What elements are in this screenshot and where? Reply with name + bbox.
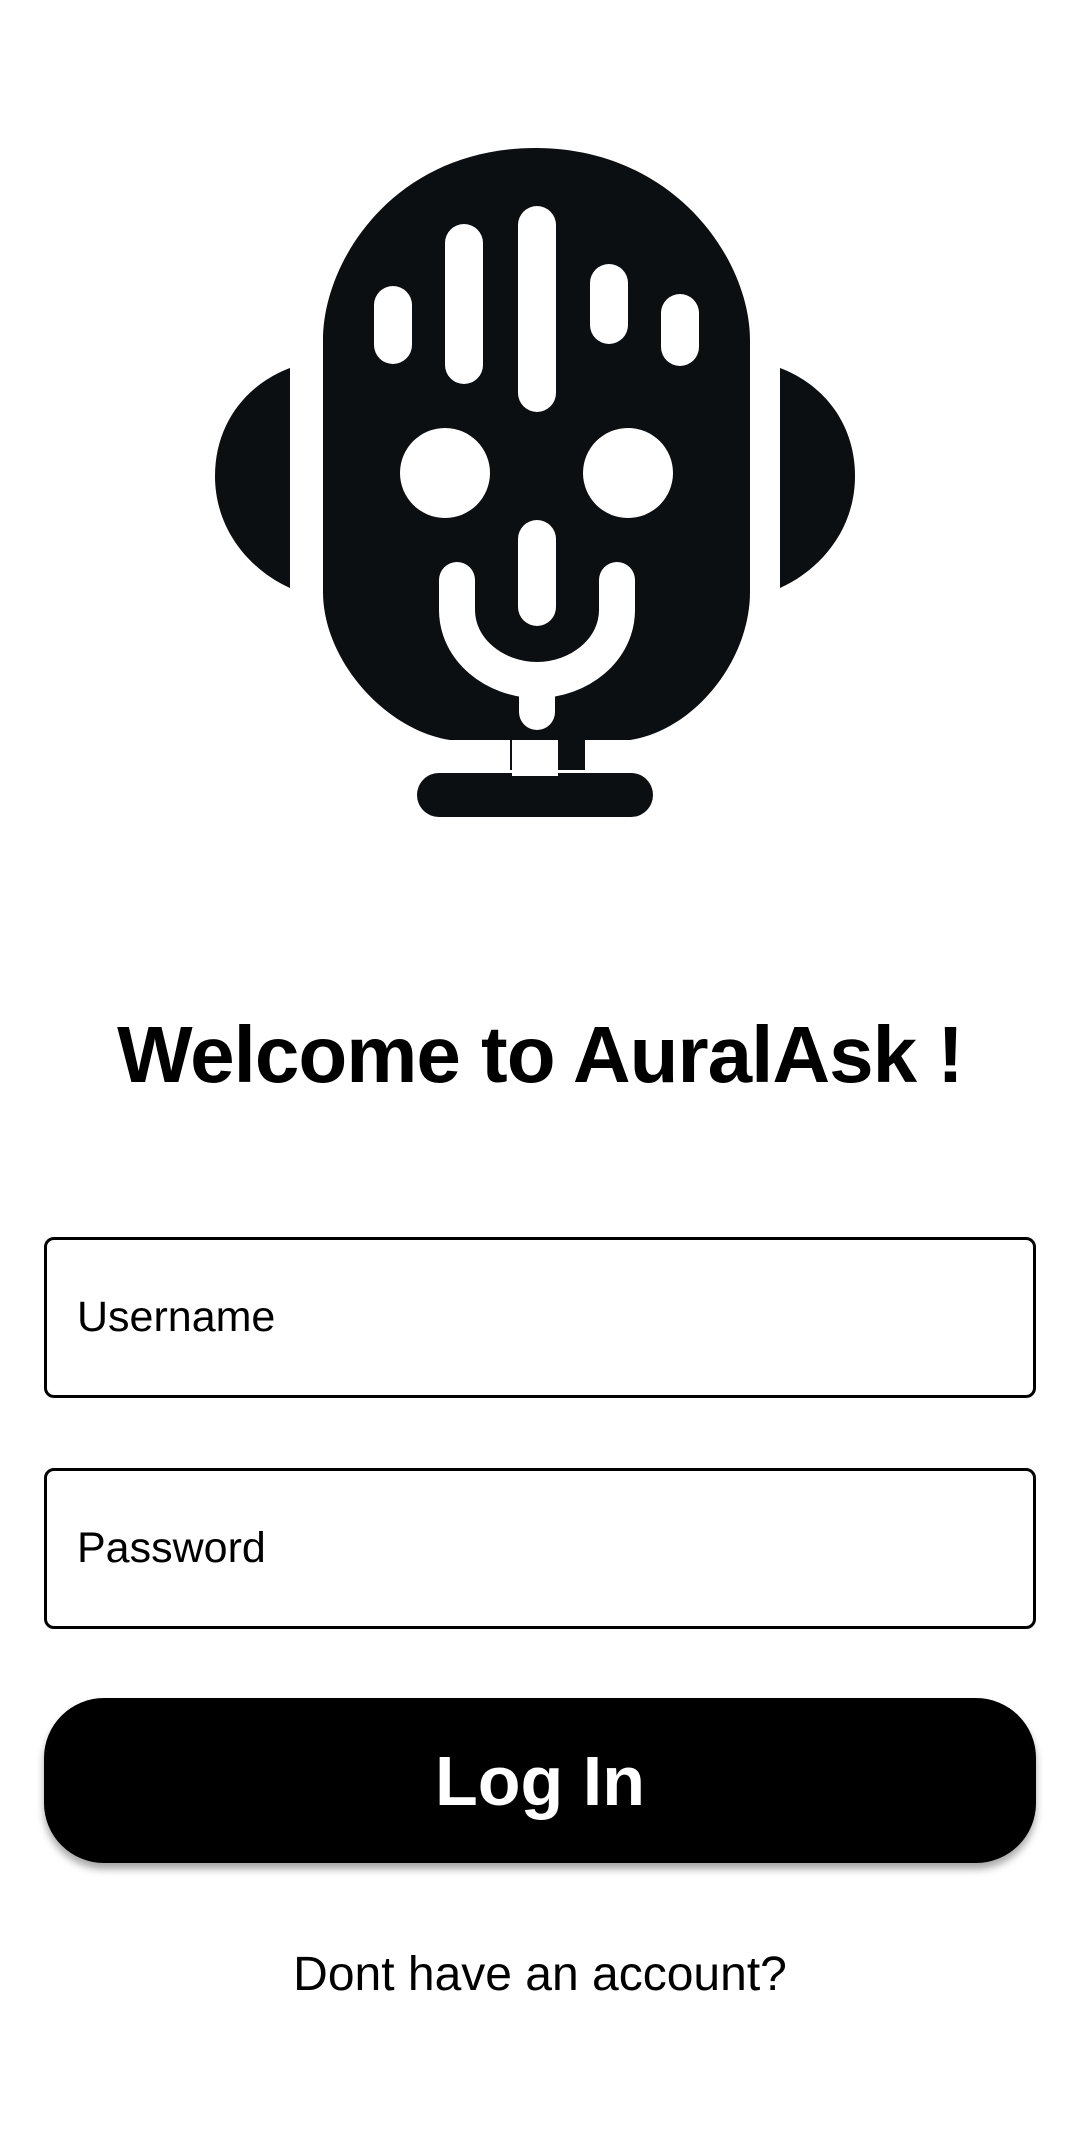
microphone-head-icon (215, 148, 855, 817)
username-input[interactable] (44, 1237, 1036, 1398)
page-title: Welcome to AuralAsk ! (117, 1010, 964, 1099)
login-button[interactable]: Log In (44, 1698, 1036, 1863)
signup-link[interactable]: Dont have an account? (0, 1945, 1080, 2005)
app-logo (205, 140, 875, 820)
password-input[interactable] (44, 1468, 1036, 1629)
